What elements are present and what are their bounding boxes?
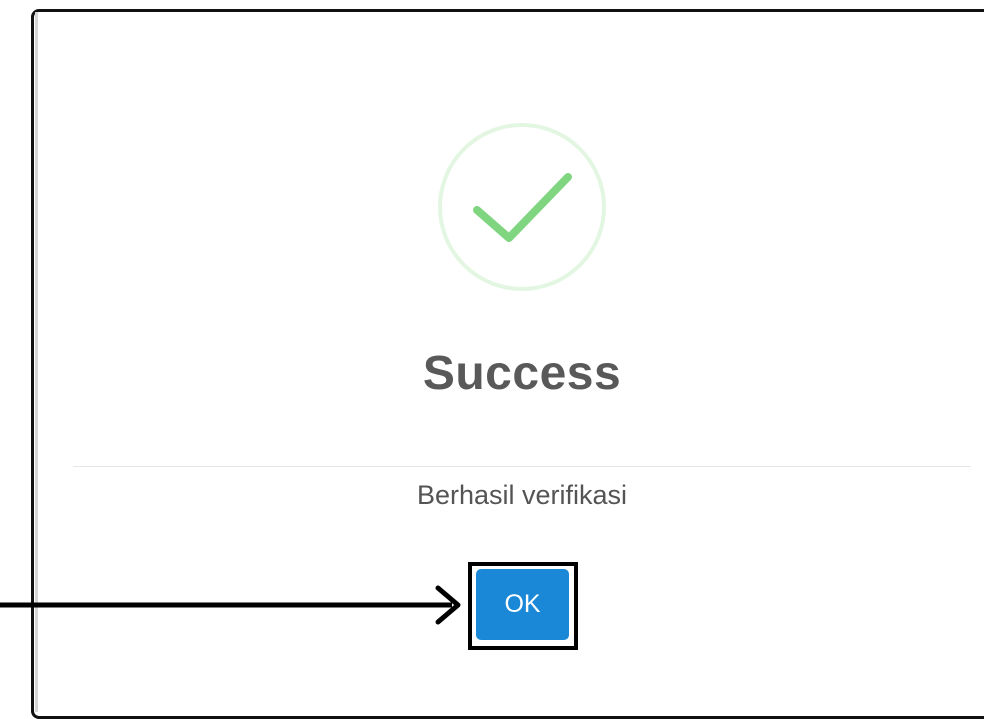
pointer-arrow-icon [0,585,461,625]
ok-button[interactable]: OK [476,569,569,640]
dialog-message: Berhasil verifikasi [416,480,628,510]
dialog-divider [73,466,971,467]
success-check-icon [438,123,606,291]
screenshot-frame: Success Berhasil verifikasi OK [0,0,984,719]
dialog-title: Success [422,347,622,400]
